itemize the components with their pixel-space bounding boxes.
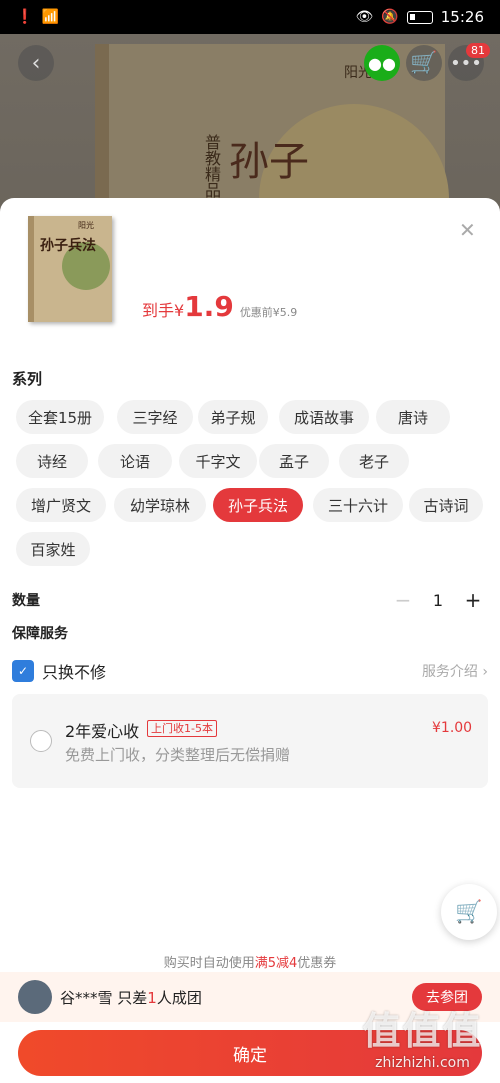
battery-icon bbox=[406, 10, 433, 24]
coupon-tip: 购买时自动使用满5减4优惠券 bbox=[0, 952, 500, 971]
cart-icon: 🛒 bbox=[410, 50, 438, 76]
bg-cover-title: 孙子 bbox=[229, 139, 309, 185]
service-price: ¥1.00 bbox=[432, 720, 473, 736]
minus-button[interactable]: − bbox=[388, 588, 418, 612]
price-value: 1.9 bbox=[184, 290, 234, 323]
quantity-value[interactable]: 1 bbox=[418, 591, 458, 610]
series-option[interactable]: 论语 bbox=[98, 444, 172, 478]
series-option[interactable]: 孟子 bbox=[259, 444, 329, 478]
mute-icon: 🔕 bbox=[381, 9, 399, 25]
group-suffix: 人成团 bbox=[156, 988, 202, 1007]
quantity-label: 数量 bbox=[12, 593, 40, 609]
service-desc: 免费上门收，分类整理后无偿捐赠 bbox=[65, 746, 291, 764]
bg-cover-series: 普教精品 bbox=[202, 134, 221, 198]
watermark-url: zhizhizhi.com bbox=[375, 1055, 470, 1071]
wechat-icon: ●● bbox=[368, 53, 396, 73]
series-option[interactable]: 古诗词 bbox=[409, 488, 483, 522]
plus-button[interactable]: + bbox=[458, 588, 488, 612]
series-option[interactable]: 孙子兵法 bbox=[213, 488, 303, 522]
series-option[interactable]: 弟子规 bbox=[198, 400, 268, 434]
series-option[interactable]: 全套15册 bbox=[16, 400, 104, 434]
coupon-tip-suffix: 优惠券 bbox=[297, 956, 337, 971]
series-title: 系列 bbox=[12, 370, 43, 388]
price-label: 到手 bbox=[142, 301, 175, 320]
service-intro-link[interactable]: 服务介绍 › bbox=[422, 661, 488, 681]
currency-symbol: ¥ bbox=[174, 301, 185, 320]
series-option[interactable]: 三十六计 bbox=[313, 488, 403, 522]
status-bar: ❗ 📶 👁 🔕 15:26 bbox=[0, 0, 500, 34]
thumb-brand: 阳光 bbox=[78, 221, 94, 230]
watermark: 值值值 zhizhizhi.com bbox=[350, 1000, 495, 1080]
close-icon: ✕ bbox=[459, 218, 476, 242]
product-thumbnail: 阳光 孙子兵法 bbox=[28, 216, 112, 322]
sku-selection-sheet: 阳光 孙子兵法 ✕ 到手 ¥ 1.9 优惠前¥5.9 系列 全套15册 三字经 弟子… bbox=[0, 198, 500, 1083]
group-count: 1 bbox=[147, 988, 157, 1007]
price-row: 到手 ¥ 1.9 优惠前¥5.9 bbox=[142, 290, 297, 323]
avatar bbox=[18, 980, 52, 1014]
watermark-logo: 值值值 bbox=[362, 1009, 483, 1053]
guarantee-title: 保障服务 bbox=[12, 626, 68, 642]
alert-icon: ❗ bbox=[16, 9, 34, 25]
floating-cart-button[interactable]: 🛒 bbox=[441, 884, 497, 940]
service-radio[interactable] bbox=[30, 730, 52, 752]
chevron-left-icon: ‹ bbox=[31, 50, 41, 76]
guarantee-row: ✓ 只换不修 服务介绍 › bbox=[12, 658, 488, 684]
service-title: 2年爱心收 bbox=[65, 722, 140, 741]
guarantee-name: 只换不修 bbox=[42, 663, 107, 682]
close-button[interactable]: ✕ bbox=[459, 218, 476, 242]
status-time: 15:26 bbox=[440, 8, 484, 26]
quantity-stepper: − 1 + bbox=[388, 588, 488, 612]
service-tag: 上门收1-5本 bbox=[147, 720, 217, 737]
group-user: 谷***雪 只差 bbox=[60, 988, 148, 1007]
series-option[interactable]: 唐诗 bbox=[376, 400, 450, 434]
series-option[interactable]: 幼学琼林 bbox=[114, 488, 206, 522]
cart-badge: 81 bbox=[466, 43, 490, 58]
series-option[interactable]: 老子 bbox=[339, 444, 409, 478]
series-option[interactable]: 诗经 bbox=[16, 444, 88, 478]
quantity-row: 数量 − 1 + bbox=[12, 588, 488, 612]
series-option[interactable]: 成语故事 bbox=[279, 400, 369, 434]
back-button[interactable]: ‹ bbox=[18, 45, 54, 81]
group-buy-text: 谷***雪 只差1人成团 bbox=[60, 987, 202, 1008]
thumb-title: 孙子兵法 bbox=[40, 238, 96, 254]
series-option[interactable]: 百家姓 bbox=[16, 532, 90, 566]
cart-icon: 🛒 bbox=[455, 899, 483, 925]
cart-button[interactable]: 🛒 bbox=[406, 45, 442, 81]
shield-icon: ✓ bbox=[12, 660, 34, 682]
series-option[interactable]: 千字文 bbox=[179, 444, 257, 478]
eye-icon: 👁 bbox=[355, 9, 374, 25]
wechat-share-button[interactable]: ●● bbox=[364, 45, 400, 81]
series-option[interactable]: 增广贤文 bbox=[16, 488, 106, 522]
wifi-icon: 📶 bbox=[41, 9, 59, 25]
series-option[interactable]: 三字经 bbox=[117, 400, 193, 434]
original-price: 优惠前¥5.9 bbox=[239, 306, 298, 319]
service-option-card[interactable]: 2年爱心收 上门收1-5本 免费上门收，分类整理后无偿捐赠 ¥1.00 bbox=[12, 694, 488, 788]
coupon-tip-prefix: 购买时自动使用 bbox=[163, 956, 255, 971]
coupon-tip-highlight: 满5减4 bbox=[254, 956, 298, 971]
